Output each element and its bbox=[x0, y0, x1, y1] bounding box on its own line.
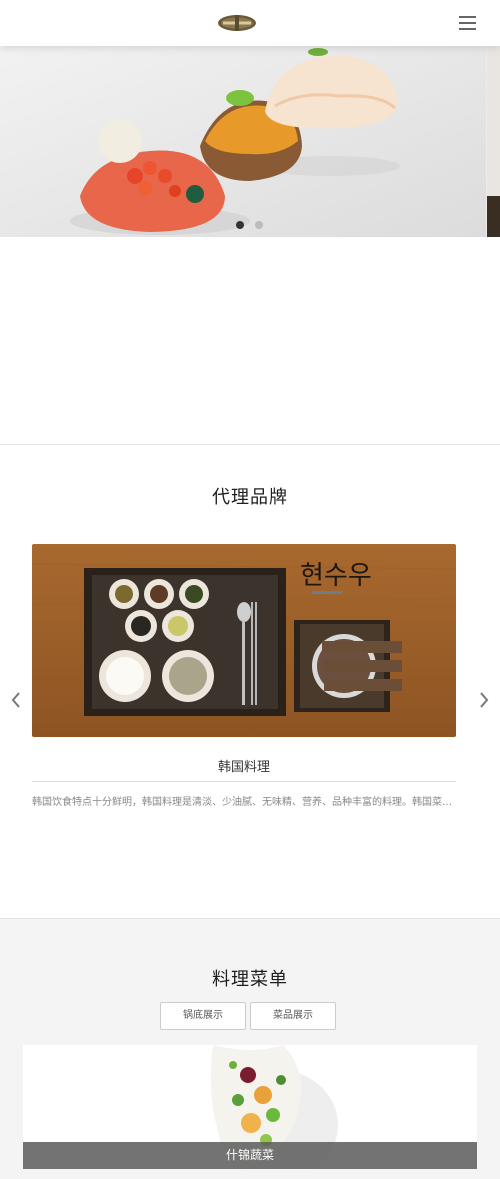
brand-item-image[interactable]: 현수우 bbox=[32, 544, 456, 737]
svg-text:현수우: 현수우 bbox=[300, 561, 372, 591]
tab-soup-base[interactable]: 锅底展示 bbox=[160, 1002, 246, 1030]
hero-slide-image bbox=[0, 46, 486, 237]
hero-pagination bbox=[232, 221, 272, 229]
hero-dot-1[interactable] bbox=[236, 221, 244, 229]
chevron-left-icon[interactable] bbox=[9, 690, 23, 710]
dish-caption: 什锦蔬菜 bbox=[23, 1142, 477, 1169]
brand-section-title: 代理品牌 bbox=[212, 487, 288, 508]
brand-logo-icon[interactable] bbox=[217, 13, 257, 33]
section-divider bbox=[0, 444, 500, 445]
dish-card[interactable]: 什锦蔬菜 bbox=[23, 1045, 477, 1169]
hero-next-slide-peek bbox=[487, 46, 500, 237]
menu-section-title: 料理菜单 bbox=[212, 969, 288, 990]
site-header bbox=[0, 0, 500, 46]
hero-slider[interactable] bbox=[0, 46, 500, 237]
brand-item-description: 韩国饮食特点十分鲜明，韩国料理是清淡、少油腻、无味精、营养、品种丰富的料理。韩国… bbox=[32, 797, 452, 808]
hero-dot-2[interactable] bbox=[255, 221, 263, 229]
hamburger-menu-icon[interactable] bbox=[459, 16, 476, 30]
tab-dishes[interactable]: 菜品展示 bbox=[250, 1002, 336, 1030]
chevron-right-icon[interactable] bbox=[477, 690, 491, 710]
brand-item-name[interactable]: 韩国料理 bbox=[32, 756, 456, 775]
brand-item-divider bbox=[32, 781, 456, 782]
